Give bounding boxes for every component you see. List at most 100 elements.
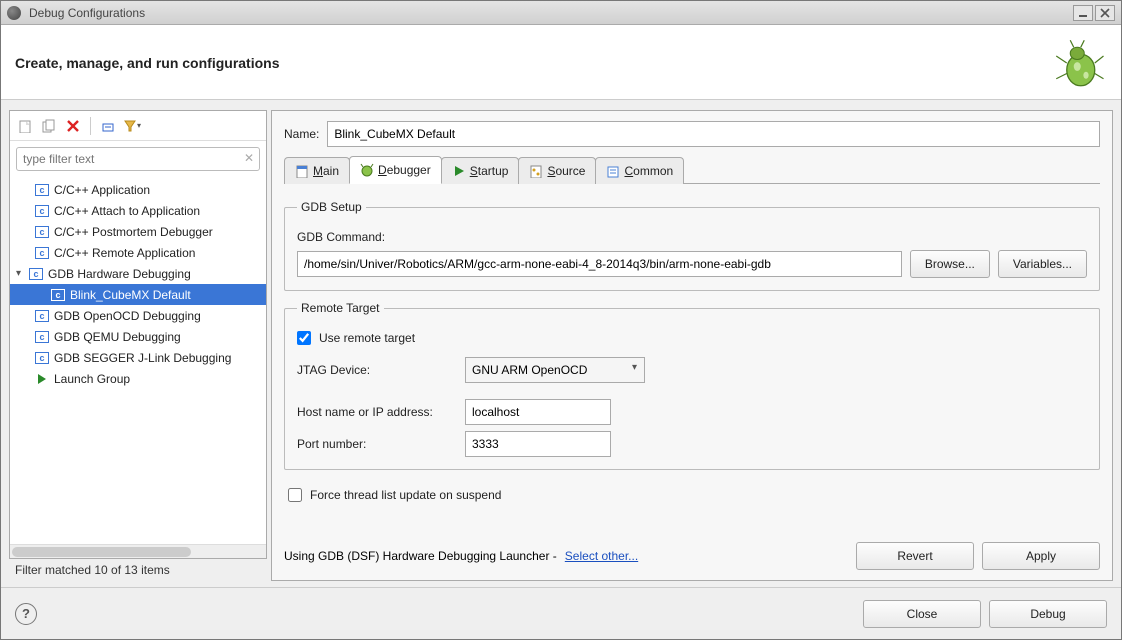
- app-icon: [7, 6, 21, 20]
- tab-debugger[interactable]: Debugger: [349, 156, 442, 184]
- tree-item-type[interactable]: c C/C++ Remote Application: [10, 242, 266, 263]
- header-title: Create, manage, and run configurations: [15, 55, 1051, 71]
- filter-status: Filter matched 10 of 13 items: [9, 559, 267, 581]
- tab-common[interactable]: Common: [595, 157, 684, 184]
- port-input[interactable]: [465, 431, 611, 457]
- tab-label: Debugger: [378, 163, 431, 177]
- c-config-icon: c: [28, 266, 44, 282]
- right-panel: Name: Main Debugger Startup Source Common GD…: [271, 110, 1113, 581]
- duplicate-config-button[interactable]: [40, 117, 58, 135]
- force-update-label[interactable]: Force thread list update on suspend: [310, 488, 501, 502]
- tree-item-config[interactable]: cBlink_CubeMX Default: [10, 284, 266, 305]
- tree-item-label: C/C++ Postmortem Debugger: [54, 225, 213, 239]
- help-button[interactable]: ?: [15, 603, 37, 625]
- use-remote-label[interactable]: Use remote target: [319, 331, 415, 345]
- revert-button[interactable]: Revert: [856, 542, 974, 570]
- tab-body-spacer: [284, 514, 1100, 526]
- common-tab-icon: [606, 164, 620, 178]
- tab-label: Startup: [470, 164, 509, 178]
- tab-source[interactable]: Source: [518, 157, 596, 184]
- toolbar-separator: [90, 117, 91, 135]
- remote-target-legend: Remote Target: [297, 301, 384, 315]
- tree-item-type[interactable]: c C/C++ Attach to Application: [10, 200, 266, 221]
- variables-button[interactable]: Variables...: [998, 250, 1087, 278]
- close-window-button[interactable]: [1095, 5, 1115, 21]
- tree-item-label: Blink_CubeMX Default: [70, 288, 191, 302]
- gdb-command-label: GDB Command:: [297, 230, 385, 244]
- header: Create, manage, and run configurations: [1, 25, 1121, 100]
- scrollbar-thumb[interactable]: [12, 547, 191, 557]
- c-config-icon: c: [34, 350, 50, 366]
- gdb-setup-legend: GDB Setup: [297, 200, 366, 214]
- tree-item-type[interactable]: c GDB QEMU Debugging: [10, 326, 266, 347]
- force-update-checkbox[interactable]: [288, 488, 302, 502]
- clear-filter-button[interactable]: ✕: [244, 151, 254, 165]
- tree-item-type[interactable]: c GDB SEGGER J-Link Debugging: [10, 347, 266, 368]
- c-config-icon: c: [34, 224, 50, 240]
- footer: ? Close Debug: [1, 587, 1121, 639]
- tree-item-label: GDB OpenOCD Debugging: [54, 309, 201, 323]
- tab-label: Main: [313, 164, 339, 178]
- tab-body: GDB Setup GDB Command: Browse... Variabl…: [284, 192, 1100, 570]
- launcher-text: Using GDB (DSF) Hardware Debugging Launc…: [284, 549, 557, 563]
- tree-item-label: GDB SEGGER J-Link Debugging: [54, 351, 231, 365]
- gdb-setup-group: GDB Setup GDB Command: Browse... Variabl…: [284, 200, 1100, 291]
- gdb-command-input[interactable]: [297, 251, 902, 277]
- new-icon: [18, 119, 32, 133]
- collapse-icon: [101, 119, 115, 133]
- collapse-all-button[interactable]: [99, 117, 117, 135]
- tree-item-label: C/C++ Attach to Application: [54, 204, 200, 218]
- source-tab-icon: [529, 164, 543, 178]
- filter-menu-button[interactable]: ▾: [123, 117, 141, 135]
- apply-button[interactable]: Apply: [982, 542, 1100, 570]
- port-label: Port number:: [297, 437, 457, 451]
- remote-target-group: Remote Target Use remote target JTAG Dev…: [284, 301, 1100, 470]
- c-config-icon: c: [34, 203, 50, 219]
- bug-icon: [1051, 35, 1107, 91]
- c-config-icon: c: [34, 245, 50, 261]
- window-title: Debug Configurations: [25, 6, 1071, 20]
- host-label: Host name or IP address:: [297, 405, 457, 419]
- jtag-select-wrap: GNU ARM OpenOCD: [465, 357, 645, 383]
- tree-twisty[interactable]: ▾: [16, 268, 28, 279]
- tree-item-label: GDB QEMU Debugging: [54, 330, 181, 344]
- titlebar: Debug Configurations: [1, 1, 1121, 25]
- select-other-link[interactable]: Select other...: [565, 549, 638, 563]
- host-input[interactable]: [465, 399, 611, 425]
- jtag-device-select[interactable]: GNU ARM OpenOCD: [465, 357, 645, 383]
- tree-item-type[interactable]: cGDB OpenOCD Debugging: [10, 305, 266, 326]
- tab-startup[interactable]: Startup: [441, 157, 520, 184]
- tree-item-type[interactable]: c C/C++ Postmortem Debugger: [10, 221, 266, 242]
- config-tree[interactable]: cC/C++ ApplicationcC/C++ Attach to Appli…: [10, 177, 266, 544]
- tree-item-type[interactable]: cC/C++ Application: [10, 179, 266, 200]
- filter-input[interactable]: [16, 147, 260, 171]
- browse-button[interactable]: Browse...: [910, 250, 990, 278]
- launch-group-icon: [34, 371, 50, 387]
- tab-bar: Main Debugger Startup Source Common: [284, 155, 1100, 184]
- close-button[interactable]: Close: [863, 600, 981, 628]
- tab-label: Source: [547, 164, 585, 178]
- horizontal-scrollbar[interactable]: [10, 544, 266, 558]
- name-label: Name:: [284, 127, 319, 141]
- minimize-icon: [1078, 8, 1088, 18]
- tab-main[interactable]: Main: [284, 157, 350, 184]
- debugger-tab-icon: [360, 163, 374, 177]
- tab-label: Common: [624, 164, 673, 178]
- close-icon: [1100, 8, 1110, 18]
- use-remote-checkbox[interactable]: [297, 331, 311, 345]
- tree-item-type[interactable]: ▾cGDB Hardware Debugging: [10, 263, 266, 284]
- new-config-button[interactable]: [16, 117, 34, 135]
- c-config-icon: c: [34, 329, 50, 345]
- tree-item-label: C/C++ Remote Application: [54, 246, 195, 260]
- debug-button[interactable]: Debug: [989, 600, 1107, 628]
- delete-config-button[interactable]: [64, 117, 82, 135]
- launcher-row: Using GDB (DSF) Hardware Debugging Launc…: [284, 536, 1100, 570]
- tree-item-type[interactable]: Launch Group: [10, 368, 266, 389]
- startup-tab-icon: [452, 164, 466, 178]
- minimize-button[interactable]: [1073, 5, 1093, 21]
- c-config-icon: c: [34, 182, 50, 198]
- name-input[interactable]: [327, 121, 1100, 147]
- jtag-device-label: JTAG Device:: [297, 363, 457, 377]
- filter-box: ✕: [16, 147, 260, 171]
- delete-icon: [67, 120, 79, 132]
